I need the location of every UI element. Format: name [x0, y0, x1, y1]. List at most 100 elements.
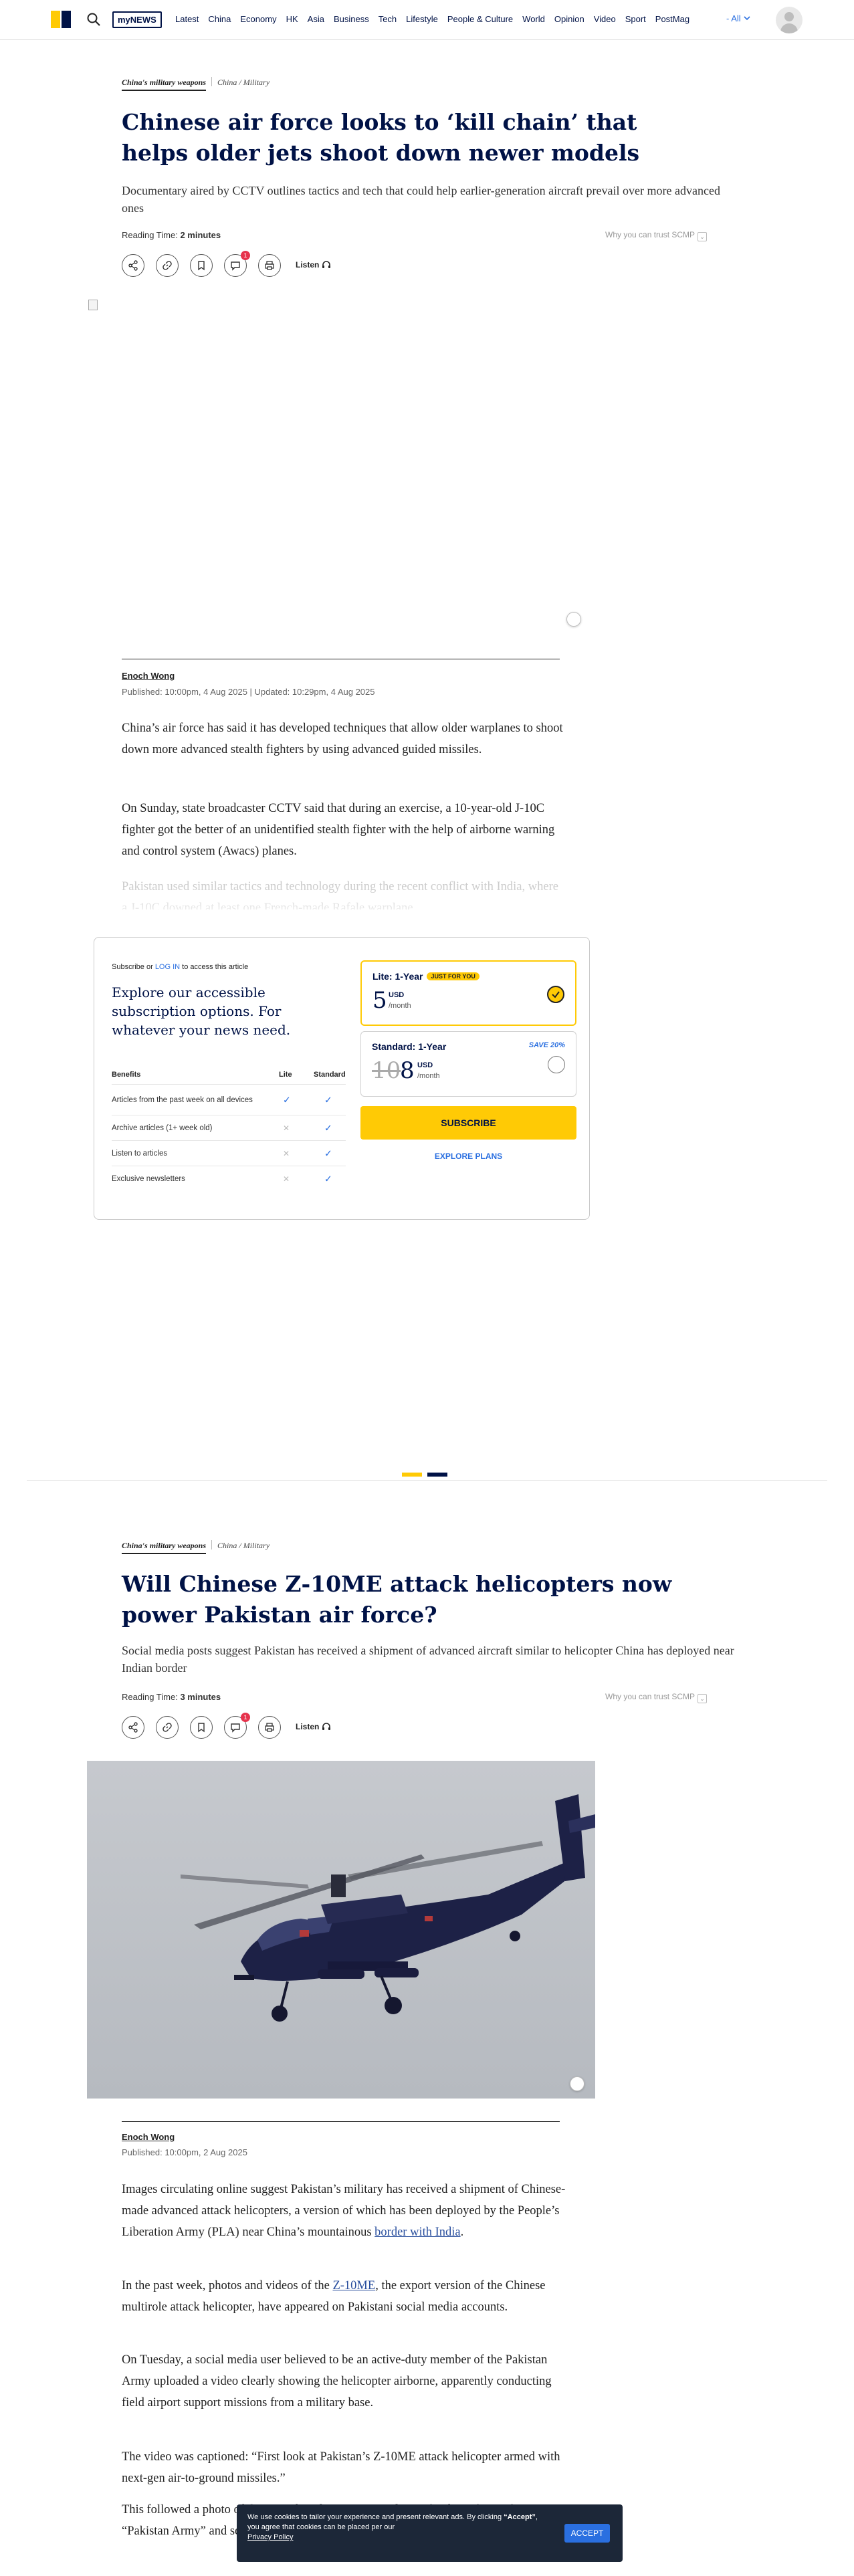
benefits-table-header: Benefits Lite Standard [112, 1065, 346, 1085]
nav-item-lifestyle[interactable]: Lifestyle [406, 13, 438, 25]
share-icon[interactable] [122, 1716, 144, 1739]
chevron-down-icon: ⌄ [698, 232, 708, 241]
check-icon: ✓ [324, 1173, 332, 1184]
unselected-radio-icon [548, 1056, 565, 1073]
z10me-link[interactable]: Z-10ME [332, 2279, 375, 2292]
chevron-down-icon [744, 16, 750, 21]
article-progress-indicator [402, 1473, 422, 1477]
nav-item-sport[interactable]: Sport [625, 13, 646, 25]
nav-item-latest[interactable]: Latest [175, 13, 199, 25]
cross-icon: ✕ [283, 1123, 290, 1133]
cross-icon: ✕ [283, 1174, 290, 1184]
comment-icon[interactable]: 1 [224, 1713, 250, 1739]
subscription-paywall: Subscribe or LOG IN to access this artic… [94, 937, 590, 1220]
benefit-row: Exclusive newsletters ✕ ✓ [112, 1173, 332, 1184]
article2-paragraph: In the past week, photos and videos of t… [122, 2279, 546, 2314]
article1-headline: Chinese air force looks to ‘kill chain’ … [122, 109, 640, 166]
nav-item-opinion[interactable]: Opinion [554, 13, 584, 25]
broken-image-icon [88, 300, 98, 310]
section-nav: Latest China Economy HK Asia Business Te… [175, 13, 699, 25]
article1-hero-image [87, 298, 595, 635]
nav-item-asia[interactable]: Asia [308, 13, 324, 25]
nav-item-economy[interactable]: Economy [240, 13, 276, 25]
print-icon[interactable] [258, 1716, 281, 1739]
bookmark-icon[interactable] [190, 1716, 213, 1739]
attack-helicopter-illustration [181, 1794, 595, 2022]
article2-author-rule [122, 2121, 560, 2122]
benefits-table: Benefits Lite Standard Articles from the… [112, 1065, 346, 1192]
standard-plan-option[interactable]: Standard: 1-Year SAVE 20% 10 8 USD /mont… [360, 1031, 576, 1097]
scmp-logo[interactable] [51, 11, 71, 28]
share-icon[interactable] [122, 254, 144, 277]
article1-dek: Documentary aired by CCTV outlines tacti… [122, 184, 720, 215]
article2-dek: Social media posts suggest Pakistan has … [122, 1644, 734, 1675]
headphones-icon [322, 261, 330, 268]
top-navigation: myNEWS Latest China Economy HK Asia Busi… [0, 0, 854, 40]
article-progress-indicator [427, 1473, 447, 1477]
mynews-button[interactable]: myNEWS [112, 11, 162, 28]
article1-paragraph: China’s air force has said it has develo… [122, 722, 563, 756]
nav-item-china[interactable]: China [208, 13, 231, 25]
user-avatar-icon[interactable] [776, 7, 803, 33]
subscribe-button[interactable]: SUBSCRIBE [360, 1106, 576, 1140]
benefit-row: Listen to articles ✕ ✓ [112, 1141, 346, 1166]
print-icon[interactable] [258, 254, 281, 277]
article1-breadcrumb: China's military weapons China / Military [122, 77, 270, 91]
article1-paragraph: On Sunday, state broadcaster CCTV said t… [122, 802, 555, 858]
article2-section-link[interactable]: China / Military [217, 1541, 270, 1550]
article2-author-link[interactable]: Enoch Wong [122, 2132, 175, 2142]
comment-count-badge: 1 [241, 1713, 250, 1722]
nav-item-world[interactable]: World [522, 13, 545, 25]
accept-cookies-button[interactable]: ACCEPT [564, 2524, 610, 2543]
login-link[interactable]: LOG IN [155, 963, 180, 971]
nav-all-label: - All [726, 13, 741, 23]
nav-all-dropdown[interactable]: - All [726, 13, 751, 23]
listen-button[interactable]: Listen [296, 260, 331, 270]
image-caption-info-icon[interactable] [570, 2076, 584, 2091]
article1-trust-link[interactable]: Why you can trust SCMP ⌄ [605, 230, 708, 241]
standard-plan-old-price: 10 [372, 1057, 401, 1084]
explore-plans-link[interactable]: EXPLORE PLANS [360, 1152, 576, 1161]
comment-icon[interactable]: 1 [224, 251, 250, 277]
article1-section-link[interactable]: China / Military [217, 78, 270, 87]
bookmark-icon[interactable] [190, 254, 213, 277]
check-icon: ✓ [324, 1122, 332, 1133]
lite-plan-option[interactable]: Lite: 1-Year JUST FOR YOU 5 USD /month [360, 960, 576, 1026]
border-with-india-link[interactable]: border with India [375, 2226, 460, 2239]
article2-topic-link[interactable]: China's military weapons [122, 1541, 207, 1554]
image-caption-toggle-icon[interactable] [566, 612, 581, 627]
nav-item-tech[interactable]: Tech [379, 13, 397, 25]
cross-icon: ✕ [283, 1148, 290, 1158]
lite-plan-price: 5 [372, 987, 387, 1014]
article1-author-link[interactable]: Enoch Wong [122, 671, 175, 681]
cookie-consent-text: We use cookies to tailor your experience… [247, 2513, 538, 2541]
cookie-consent-banner: We use cookies to tailor your experience… [237, 2504, 623, 2562]
selected-check-icon [547, 986, 564, 1003]
nav-item-hk[interactable]: HK [286, 13, 298, 25]
paywall-title: Explore our accessible subscription opti… [112, 984, 291, 1038]
nav-item-business[interactable]: Business [334, 13, 369, 25]
just-for-you-badge: JUST FOR YOU [427, 972, 479, 980]
check-icon: ✓ [324, 1148, 332, 1158]
article2-paragraph: On Tuesday, a social media user believed… [122, 2353, 552, 2409]
article1-faded-paragraph: Pakistan used similar tactics and techno… [122, 880, 558, 909]
check-icon: ✓ [324, 1094, 332, 1105]
privacy-policy-link[interactable]: Privacy Policy [247, 2533, 293, 2541]
check-icon: ✓ [283, 1094, 291, 1105]
article2-headline: Will Chinese Z-10ME attack helicopters n… [122, 1571, 672, 1628]
article1-topic-link[interactable]: China's military weapons [122, 78, 207, 91]
nav-item-postmag[interactable]: PostMag [655, 13, 689, 25]
article-divider [27, 1480, 827, 1481]
listen-button[interactable]: Listen [296, 1722, 331, 1731]
article2-hero-image [87, 1761, 595, 2099]
article2-trust-link[interactable]: Why you can trust SCMP ⌄ [605, 1692, 708, 1703]
nav-item-people-culture[interactable]: People & Culture [447, 13, 513, 25]
benefit-row: Articles from the past week on all devic… [112, 1085, 346, 1115]
save-badge: SAVE 20% [528, 1041, 565, 1049]
standard-plan-price: 8 [400, 1057, 415, 1084]
link-icon[interactable] [156, 254, 179, 277]
article2-paragraph: The video was captioned: “First look at … [122, 2450, 560, 2485]
link-icon[interactable] [156, 1716, 179, 1739]
nav-item-video[interactable]: Video [594, 13, 616, 25]
search-icon[interactable] [86, 11, 102, 27]
